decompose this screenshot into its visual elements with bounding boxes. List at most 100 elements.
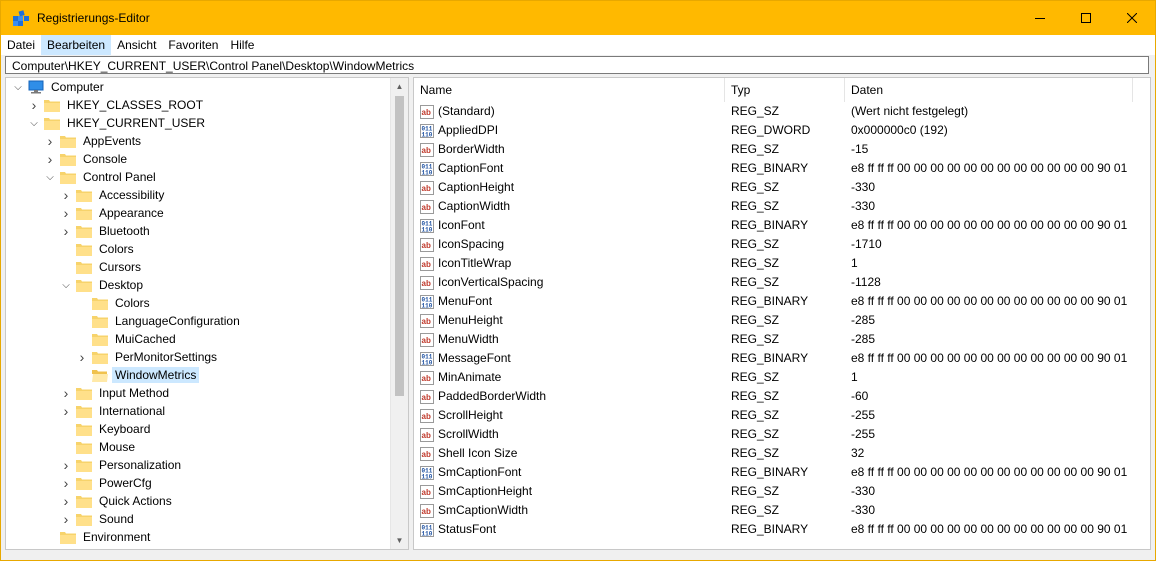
chevron-right-icon[interactable]: › xyxy=(76,348,88,366)
value-row[interactable]: 011 110 AppliedDPI REG_DWORD 0x000000c0 (192… xyxy=(414,121,1150,140)
tree-node[interactable]: › Personalization xyxy=(60,456,184,474)
value-row[interactable]: ab (Standard) REG_SZ (Wert nicht festgelegt… xyxy=(414,102,1150,121)
tree-node[interactable]: › Quick Actions xyxy=(60,492,175,510)
scroll-down-icon[interactable]: ▼ xyxy=(391,532,408,549)
value-row[interactable]: 011 110 SmCaptionFont REG_BINARY e8 ff ff ff… xyxy=(414,463,1150,482)
value-row[interactable]: ab SmCaptionWidth REG_SZ -330 xyxy=(414,501,1150,520)
chevron-down-icon[interactable]: ⌵ xyxy=(28,114,40,132)
tree-node[interactable]: › Console xyxy=(44,150,130,168)
value-row[interactable]: 011 110 IconFont REG_BINARY e8 ff ff ff 00 0… xyxy=(414,216,1150,235)
tree-node[interactable]: › AppEvents xyxy=(44,132,144,150)
tree-node[interactable]: ⌵ Desktop xyxy=(60,276,146,294)
tree-node[interactable]: LanguageConfiguration xyxy=(76,312,243,330)
tree-node[interactable]: › International xyxy=(60,402,168,420)
value-row[interactable]: ab MenuWidth REG_SZ -285 xyxy=(414,330,1150,349)
menu-ansicht[interactable]: Ansicht xyxy=(111,35,162,55)
chevron-down-icon[interactable]: ⌵ xyxy=(12,78,24,96)
value-name: MinAnimate xyxy=(438,370,502,384)
value-row[interactable]: ab SmCaptionHeight REG_SZ -330 xyxy=(414,482,1150,501)
value-row[interactable]: ab IconVerticalSpacing REG_SZ -1128 xyxy=(414,273,1150,292)
tree-node[interactable]: › HKEY_CLASSES_ROOT xyxy=(28,96,206,114)
value-row[interactable]: ab BorderWidth REG_SZ -15 xyxy=(414,140,1150,159)
value-row[interactable]: ab MenuHeight REG_SZ -285 xyxy=(414,311,1150,330)
maximize-button[interactable] xyxy=(1063,1,1109,35)
chevron-right-icon[interactable]: › xyxy=(44,150,56,168)
value-row[interactable]: ab IconTitleWrap REG_SZ 1 xyxy=(414,254,1150,273)
chevron-right-icon[interactable]: › xyxy=(60,384,72,402)
svg-text:110: 110 xyxy=(422,302,433,309)
chevron-right-icon[interactable]: › xyxy=(28,96,40,114)
chevron-right-icon[interactable]: › xyxy=(60,456,72,474)
tree-node[interactable]: Mouse xyxy=(60,438,138,456)
chevron-right-icon[interactable]: › xyxy=(60,474,72,492)
menu-bearbeiten[interactable]: Bearbeiten xyxy=(41,35,112,55)
svg-text:ab: ab xyxy=(422,374,431,383)
svg-text:ab: ab xyxy=(422,317,431,326)
column-header-type[interactable]: Typ xyxy=(725,78,845,102)
value-name: MenuHeight xyxy=(438,313,503,327)
chevron-right-icon[interactable]: › xyxy=(60,222,72,240)
value-list[interactable]: Name Typ Daten ab (Standard) REG_SZ (Wert n… xyxy=(413,77,1151,550)
tree-node[interactable]: › Sound xyxy=(60,510,137,528)
tree-node[interactable]: MuiCached xyxy=(76,330,179,348)
chevron-right-icon[interactable]: › xyxy=(60,204,72,222)
address-bar[interactable]: Computer\HKEY_CURRENT_USER\Control Panel… xyxy=(5,56,1149,74)
column-header-data[interactable]: Daten xyxy=(845,78,1133,102)
key-tree[interactable]: ▲ ▼ ⌵ Computer › HKEY_CLASSES_ROOT ⌵ HKEY_CUR… xyxy=(5,77,409,550)
close-button[interactable] xyxy=(1109,1,1155,35)
tree-node[interactable]: Cursors xyxy=(60,258,144,276)
tree-node[interactable]: Keyboard xyxy=(60,420,153,438)
minimize-button[interactable] xyxy=(1017,1,1063,35)
scrollbar-thumb[interactable] xyxy=(395,96,404,396)
tree-node[interactable]: › Appearance xyxy=(60,204,167,222)
value-row[interactable]: ab Shell Icon Size REG_SZ 32 xyxy=(414,444,1150,463)
chevron-right-icon[interactable]: › xyxy=(60,186,72,204)
menu-hilfe[interactable]: Hilfe xyxy=(224,35,260,55)
tree-node[interactable]: Environment xyxy=(44,528,153,546)
tree-node[interactable]: WindowMetrics xyxy=(76,366,200,384)
chevron-right-icon[interactable]: › xyxy=(60,402,72,420)
value-type: REG_SZ xyxy=(731,446,780,460)
chevron-right-icon[interactable]: › xyxy=(60,492,72,510)
value-row[interactable]: 011 110 CaptionFont REG_BINARY e8 ff ff ff 0… xyxy=(414,159,1150,178)
column-header-name[interactable]: Name xyxy=(414,78,725,102)
value-row[interactable]: ab MinAnimate REG_SZ 1 xyxy=(414,368,1150,387)
scroll-up-icon[interactable]: ▲ xyxy=(391,78,408,95)
value-row[interactable]: ab CaptionHeight REG_SZ -330 xyxy=(414,178,1150,197)
folder-open-icon xyxy=(92,368,108,382)
chevron-down-icon[interactable]: ⌵ xyxy=(60,276,72,294)
value-row[interactable]: ab PaddedBorderWidth REG_SZ -60 xyxy=(414,387,1150,406)
tree-node[interactable]: ⌵ Computer xyxy=(12,78,107,96)
chevron-right-icon[interactable]: › xyxy=(60,510,72,528)
value-row[interactable]: ab IconSpacing REG_SZ -1710 xyxy=(414,235,1150,254)
tree-node[interactable]: › Input Method xyxy=(60,384,172,402)
tree-node[interactable]: › PerMonitorSettings xyxy=(76,348,220,366)
value-row[interactable]: ab ScrollHeight REG_SZ -255 xyxy=(414,406,1150,425)
value-row[interactable]: 011 110 MessageFont REG_BINARY e8 ff ff ff 0… xyxy=(414,349,1150,368)
tree-node[interactable]: ⌵ HKEY_CURRENT_USER xyxy=(28,114,208,132)
chevron-down-icon[interactable]: ⌵ xyxy=(44,168,56,186)
tree-vertical-scrollbar[interactable]: ▲ ▼ xyxy=(390,78,408,549)
svg-text:ab: ab xyxy=(422,393,431,402)
folder-icon xyxy=(44,98,60,112)
folder-icon xyxy=(60,170,76,184)
value-name: PaddedBorderWidth xyxy=(438,389,547,403)
chevron-right-icon[interactable]: › xyxy=(44,132,56,150)
tree-node[interactable]: ⌵ Control Panel xyxy=(44,168,159,186)
value-row[interactable]: 011 110 MenuFont REG_BINARY e8 ff ff ff 00 0… xyxy=(414,292,1150,311)
title-bar[interactable]: Registrierungs-Editor xyxy=(1,1,1155,35)
value-data: -1128 xyxy=(851,275,881,289)
tree-node[interactable]: Colors xyxy=(76,294,153,312)
tree-node-label: Quick Actions xyxy=(99,494,172,508)
value-row[interactable]: 011 110 StatusFont REG_BINARY e8 ff ff ff 00… xyxy=(414,520,1150,539)
tree-node[interactable]: Colors xyxy=(60,240,137,258)
menu-datei[interactable]: Datei xyxy=(1,35,41,55)
value-row[interactable]: ab CaptionWidth REG_SZ -330 xyxy=(414,197,1150,216)
value-name-cell: ab IconVerticalSpacing xyxy=(420,273,720,292)
tree-node[interactable]: › Bluetooth xyxy=(60,222,153,240)
menu-favoriten[interactable]: Favoriten xyxy=(162,35,224,55)
tree-node[interactable]: › Accessibility xyxy=(60,186,167,204)
value-row[interactable]: ab ScrollWidth REG_SZ -255 xyxy=(414,425,1150,444)
tree-node[interactable]: › PowerCfg xyxy=(60,474,155,492)
